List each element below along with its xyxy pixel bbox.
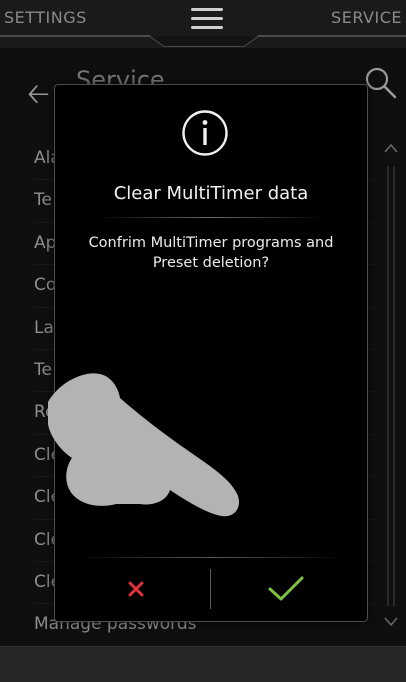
- info-icon: [182, 110, 228, 156]
- back-arrow-icon[interactable]: 🡠: [27, 80, 50, 108]
- bottom-bar: [0, 646, 406, 682]
- buttons-divider: [77, 557, 345, 558]
- scrollbar[interactable]: [384, 140, 398, 630]
- x-icon: [128, 581, 144, 597]
- pointing-hand-icon: [48, 373, 240, 517]
- search-icon[interactable]: [364, 66, 398, 100]
- dialog-title: Clear MultiTimer data: [113, 183, 309, 204]
- cancel-button[interactable]: [61, 563, 211, 615]
- confirm-button[interactable]: [211, 563, 361, 615]
- dialog-message: Confrim MultiTimer programs and Preset d…: [88, 235, 334, 271]
- top-bar: SETTINGS SERVICE: [0, 0, 406, 47]
- tab-service[interactable]: SERVICE: [331, 8, 402, 27]
- bottom-divider: [0, 646, 406, 647]
- hamburger-menu-icon[interactable]: [191, 8, 223, 34]
- title-divider: [97, 217, 325, 218]
- checkmark-icon: [268, 576, 304, 601]
- confirm-dialog: Clear MultiTimer data Confrim MultiTimer…: [54, 84, 368, 622]
